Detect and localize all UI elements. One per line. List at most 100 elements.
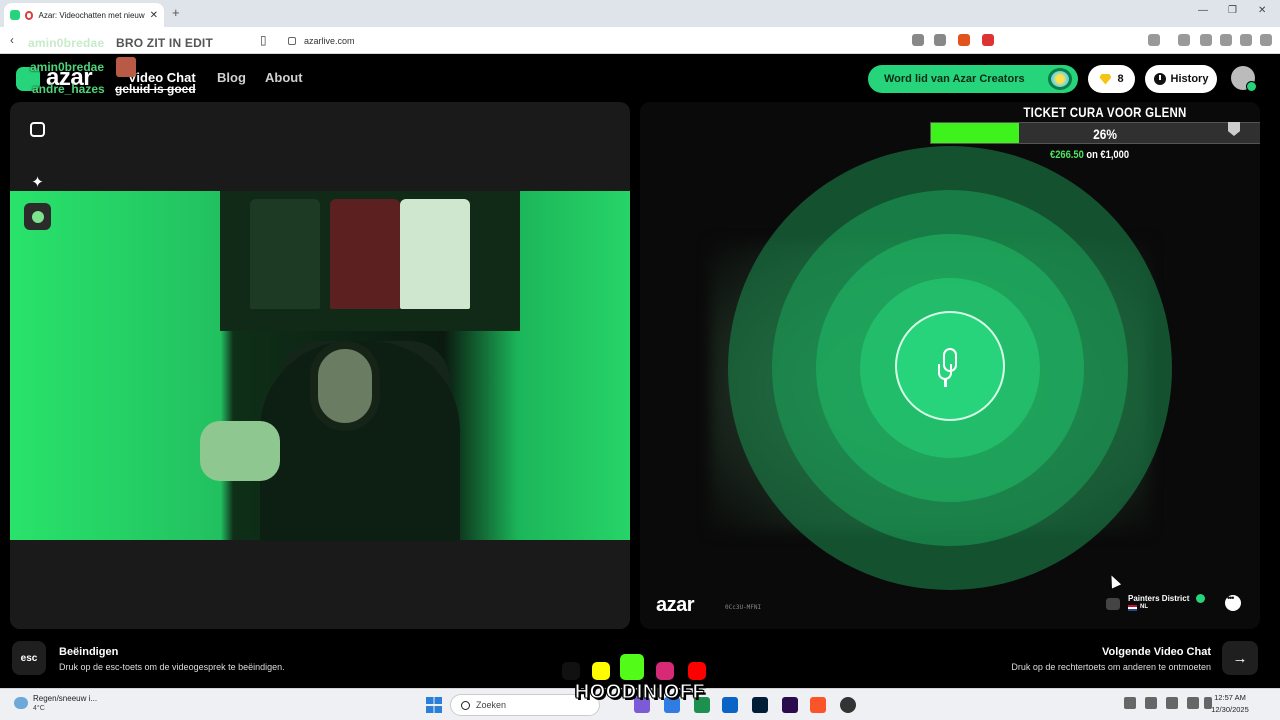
sparkle-icon: ✦ bbox=[31, 173, 44, 191]
network-icon[interactable] bbox=[1187, 697, 1199, 709]
brave-browser-icon[interactable] bbox=[810, 697, 826, 713]
recording-icon bbox=[24, 10, 34, 20]
clock-date[interactable]: 12/30/2025 bbox=[1207, 705, 1253, 714]
amount-raised: €266.50 bbox=[1050, 149, 1084, 161]
history-label: History bbox=[1170, 73, 1209, 85]
snapchat-icon bbox=[592, 662, 610, 680]
windows-start-icon[interactable] bbox=[426, 697, 442, 713]
leo-ai-icon[interactable] bbox=[1220, 34, 1232, 46]
partner-avatar bbox=[1106, 598, 1120, 610]
azar-favicon bbox=[10, 10, 20, 20]
azar-watermark: azar bbox=[656, 594, 695, 616]
close-tab-icon[interactable]: ✕ bbox=[150, 10, 158, 21]
session-code: 0Cc3U-MFNI bbox=[725, 604, 762, 611]
gem-count: 8 bbox=[1117, 73, 1124, 85]
bookmark-icon[interactable]: ▯ bbox=[260, 33, 267, 47]
amount-goal: on €1,000 bbox=[1083, 149, 1130, 161]
search-placeholder: Zoeken bbox=[476, 700, 507, 710]
browser-tab[interactable]: Azar: Videochatten met nieuw ✕ bbox=[4, 3, 164, 27]
menu-icon[interactable] bbox=[1260, 34, 1272, 46]
extension-icon[interactable] bbox=[1148, 34, 1160, 46]
creators-button-label: Word lid van Azar Creators bbox=[884, 73, 1025, 85]
brave-shield-icon[interactable] bbox=[958, 34, 970, 46]
address-bar: ‹ amin0bredae BRO ZIT IN EDIT ▯ azarlive… bbox=[0, 27, 1280, 54]
nav-video-chat[interactable]: Video Chat bbox=[128, 70, 196, 85]
donation-percent: 26% bbox=[1093, 126, 1117, 142]
sidebar-icon[interactable] bbox=[1178, 34, 1190, 46]
brave-rewards-icon[interactable] bbox=[982, 34, 994, 46]
face-icon bbox=[31, 210, 44, 223]
profile-avatar-icon[interactable] bbox=[1231, 66, 1257, 92]
minimize-icon[interactable]: — bbox=[1198, 5, 1208, 16]
end-chat-description: Druk op de esc-toets om de videogesprek … bbox=[59, 662, 285, 672]
url-field[interactable]: azarlive.com bbox=[278, 31, 998, 50]
verified-icon bbox=[1196, 594, 1205, 603]
streamer-name-overlay: HOODINIOFF bbox=[574, 681, 706, 704]
expand-icon bbox=[30, 122, 45, 137]
tray-icon[interactable] bbox=[1145, 697, 1157, 709]
kick-icon bbox=[620, 654, 644, 680]
photoshop-icon[interactable] bbox=[752, 697, 768, 713]
microphone-stand-icon bbox=[938, 364, 952, 380]
overlay-chat-user-2: andre_hazes bbox=[32, 82, 105, 96]
jersey-white bbox=[400, 199, 470, 309]
search-icon bbox=[461, 700, 470, 710]
netherlands-flag-icon bbox=[1128, 605, 1137, 611]
back-icon[interactable]: ‹ bbox=[10, 33, 14, 47]
weather-description: Regen/sneeuw i... bbox=[33, 694, 98, 703]
next-chat-title: Volgende Video Chat bbox=[1102, 646, 1211, 658]
person-head bbox=[310, 341, 380, 431]
obs-icon[interactable] bbox=[840, 697, 856, 713]
gem-icon bbox=[1099, 73, 1112, 85]
overlay-chat-user-1: amin0bredae bbox=[30, 60, 105, 74]
arrow-right-icon: → bbox=[1232, 649, 1248, 667]
close-window-icon[interactable]: ✕ bbox=[1258, 5, 1266, 16]
site-info-icon[interactable] bbox=[288, 36, 296, 45]
social-icons-overlay bbox=[560, 654, 720, 684]
streamer-avatar-overlay bbox=[116, 57, 136, 77]
share-icon[interactable] bbox=[934, 34, 946, 46]
fullscreen-button[interactable] bbox=[24, 116, 51, 143]
vpn-icon[interactable] bbox=[1240, 34, 1252, 46]
azar-creators-button[interactable]: Word lid van Azar Creators bbox=[868, 65, 1078, 93]
nav-blog[interactable]: Blog bbox=[217, 70, 246, 85]
effects-button[interactable]: ✦ bbox=[24, 168, 51, 195]
chat-bubble-icon[interactable] bbox=[1225, 593, 1241, 611]
end-chat-button[interactable]: esc bbox=[12, 641, 46, 675]
overlay-chat-message: BRO ZIT IN EDIT bbox=[116, 36, 213, 50]
remote-video-panel: TICKET CURA VOOR GLENN 26% €266.50 on €1… bbox=[640, 102, 1260, 629]
tray-chevron-icon[interactable] bbox=[1124, 697, 1136, 709]
browser-tab-bar: Azar: Videochatten met nieuw ✕ + — ❐ ✕ bbox=[0, 0, 1280, 27]
restore-icon[interactable]: ❐ bbox=[1228, 5, 1237, 16]
premiere-icon[interactable] bbox=[782, 697, 798, 713]
creators-badge-icon bbox=[1048, 68, 1072, 90]
jersey-red bbox=[330, 199, 400, 309]
tiktok-icon bbox=[562, 662, 580, 680]
clock-time[interactable]: 12:57 AM bbox=[1207, 693, 1253, 702]
face-filter-button[interactable] bbox=[24, 203, 51, 230]
gems-button[interactable]: 8 bbox=[1088, 65, 1135, 93]
page-scrollbar[interactable] bbox=[1270, 54, 1280, 688]
local-video-panel: ✦ bbox=[10, 102, 630, 629]
green-towel bbox=[200, 421, 280, 481]
microphone-stem-icon bbox=[944, 379, 947, 387]
end-chat-title: Beëindigen bbox=[59, 646, 119, 658]
local-camera-feed bbox=[10, 191, 630, 541]
new-tab-button[interactable]: + bbox=[172, 5, 180, 20]
cast-icon[interactable] bbox=[912, 34, 924, 46]
microphone-tray-icon[interactable] bbox=[1166, 697, 1178, 709]
donation-amount: €266.50 on €1,000 bbox=[1050, 149, 1129, 161]
nav-about[interactable]: About bbox=[265, 70, 303, 85]
donation-goal-title: TICKET CURA VOOR GLENN bbox=[1023, 104, 1187, 120]
tab-title: Azar: Videochatten met nieuw bbox=[38, 10, 145, 20]
weather-icon[interactable] bbox=[14, 697, 28, 709]
youtube-icon bbox=[688, 662, 706, 680]
url-text: azarlive.com bbox=[304, 35, 355, 46]
wallet-icon[interactable] bbox=[1200, 34, 1212, 46]
partner-name: Painters District bbox=[1128, 594, 1190, 603]
next-chat-button[interactable]: → bbox=[1222, 641, 1258, 675]
next-chat-description: Druk op de rechtertoets om anderen te on… bbox=[1011, 662, 1211, 672]
history-button[interactable]: History bbox=[1145, 65, 1217, 93]
mouse-cursor-icon bbox=[1106, 573, 1122, 589]
app-icon[interactable] bbox=[722, 697, 738, 713]
